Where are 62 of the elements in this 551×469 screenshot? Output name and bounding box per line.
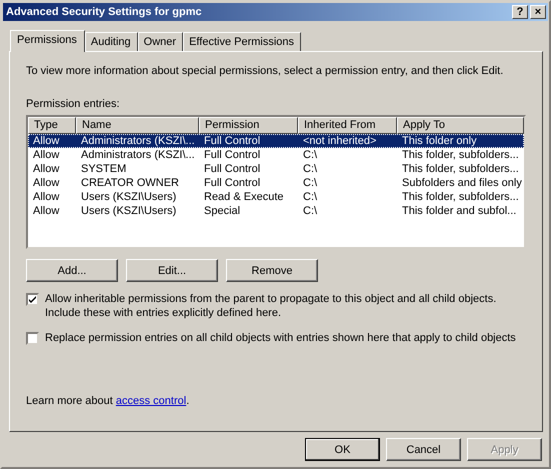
tab[interactable]: Auditing [84, 32, 138, 51]
access-control-link[interactable]: access control [116, 395, 186, 407]
table-cell-text: Administrators (KSZI\... [80, 134, 196, 148]
table-row[interactable]: Allow Users (KSZI\Users) Read & Execute C:\ This folder, subfolders... [28, 190, 524, 204]
table-cell-text: This folder, subfolders... [401, 148, 520, 162]
tab[interactable]: Owner [138, 32, 184, 51]
table-cell-text: C:\ [302, 204, 318, 218]
table-cell-text: Allow [32, 162, 60, 176]
table-row[interactable]: Allow Administrators (KSZI\... Full Control C:\ This folder, subfolders... [28, 148, 524, 162]
table-cell-text: SYSTEM [80, 162, 128, 176]
table-cell-text: Full Control [203, 162, 262, 176]
column-header[interactable]: Name [76, 117, 199, 134]
checkbox-label: Replace permission entries on all child objects with entries shown here that apply to child objects [45, 331, 516, 345]
tab[interactable]: Permissions [10, 30, 85, 52]
table-cell-text: C:\ [302, 190, 318, 204]
column-header[interactable]: Apply To [397, 117, 524, 134]
table-cell-text: Subfolders and files only [401, 176, 523, 190]
table-cell-text: Read & Execute [203, 190, 284, 204]
table-cell-text: This folder and subfol... [401, 204, 518, 218]
table-cell-text: Special [203, 204, 242, 218]
table-cell-text: <not inherited> [302, 134, 378, 148]
learn-more-text: Learn more about access control. [26, 395, 190, 407]
cancel-button[interactable]: Cancel [386, 438, 461, 461]
table-cell-text: Allow [32, 190, 60, 204]
instruction-text: To view more information about special permissions, select a permission entry, and then click Edit. [26, 65, 504, 77]
table-cell-text: This folder, subfolders... [401, 162, 520, 176]
table-cell-text: This folder only [401, 134, 478, 148]
table-cell-text: Full Control [203, 148, 262, 162]
checkbox[interactable] [26, 332, 39, 345]
list-label: Permission entries: [26, 98, 121, 110]
table-cell-text: This folder, subfolders... [401, 190, 520, 204]
table-cell-text: Full Control [203, 134, 262, 148]
table-row[interactable]: Allow SYSTEM Full Control C:\ This folder, subfolders... [28, 162, 524, 176]
table-cell-text: Allow [32, 176, 60, 190]
table-cell-text: Users (KSZI\Users) [80, 190, 178, 204]
edit-button[interactable]: Edit... [126, 259, 218, 282]
close-button[interactable]: × [530, 5, 546, 19]
table-cell-text: CREATOR OWNER [80, 176, 180, 190]
checkmark-icon [29, 296, 36, 303]
table-cell-text: Administrators (KSZI\... [80, 148, 196, 162]
column-header[interactable]: Permission [199, 117, 298, 134]
table-cell-text: Full Control [203, 176, 262, 190]
help-button[interactable]: ? [512, 5, 528, 19]
tab[interactable]: Effective Permissions [183, 32, 302, 51]
window-title: Advanced Security Settings for gpmc [6, 6, 202, 18]
add-button[interactable]: Add... [26, 259, 118, 282]
table-cell-text: C:\ [302, 148, 318, 162]
table-cell-text: C:\ [302, 176, 318, 190]
table-cell-text: Allow [32, 204, 60, 218]
table-cell-text: C:\ [302, 162, 318, 176]
remove-button[interactable]: Remove [226, 259, 318, 282]
table-cell-text: Users (KSZI\Users) [80, 204, 178, 218]
checkbox[interactable] [26, 293, 39, 306]
column-header[interactable]: Type [28, 117, 76, 134]
column-header[interactable]: Inherited From [298, 117, 397, 134]
table-cell-text: Allow [32, 134, 60, 148]
ok-button[interactable]: OK [305, 438, 380, 461]
table-row[interactable]: Allow Users (KSZI\Users) Special C:\ This folder and subfol... [28, 204, 524, 218]
table-cell-text: Allow [32, 148, 60, 162]
table-row[interactable]: Allow Administrators (KSZI\... Full Control <not inherited> This folder only [28, 134, 524, 148]
table-row[interactable]: Allow CREATOR OWNER Full Control C:\ Subfolders and files only [28, 176, 524, 190]
checkbox-label: Allow inheritable permissions from the parent to propagate to this object and all child objects. Include these with entries explicitly defined here. [45, 292, 498, 320]
